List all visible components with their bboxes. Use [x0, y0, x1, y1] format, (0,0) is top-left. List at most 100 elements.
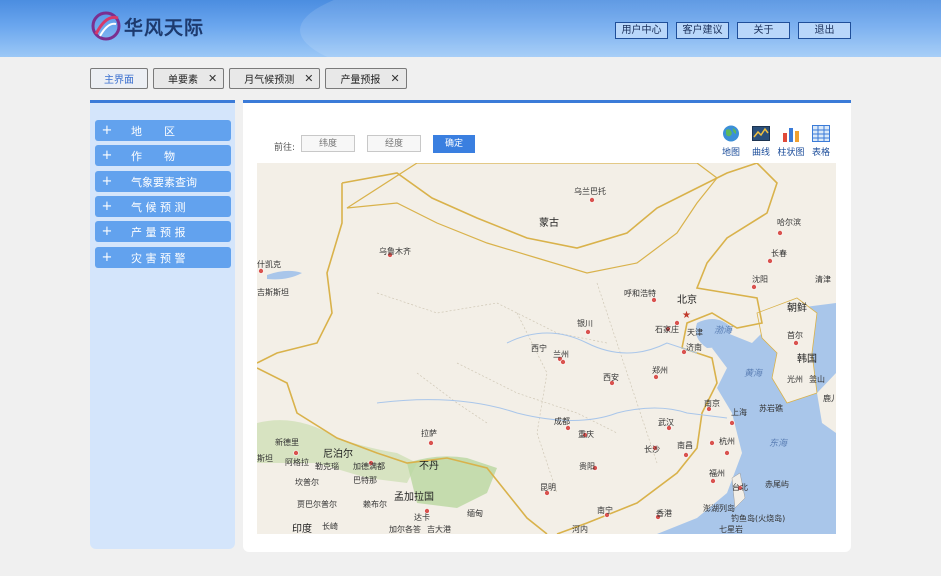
plus-icon: +: [101, 199, 113, 214]
curve-view-button[interactable]: 曲线: [746, 125, 776, 158]
table-icon: [812, 125, 830, 142]
map-label: 武汉: [658, 417, 674, 427]
city-dot: [793, 340, 799, 346]
map-label: 加德满都: [353, 461, 385, 471]
map-label: 哈尔滨: [777, 217, 801, 227]
map-label: 长崎: [322, 521, 338, 531]
city-dot: [589, 197, 595, 203]
map-label: 加尔各答: [389, 524, 421, 534]
map-label: 东海: [769, 438, 789, 449]
map-label: 缅甸: [467, 508, 483, 518]
map-label: 澎湖列岛: [703, 503, 735, 513]
logo-mark-icon: [90, 10, 122, 42]
hainan-landmass: [637, 523, 655, 534]
close-icon[interactable]: ✕: [208, 72, 217, 85]
close-icon[interactable]: ✕: [304, 72, 313, 85]
plus-icon: +: [101, 174, 113, 189]
tab-label: 产量预报: [340, 75, 381, 86]
map-label: 苏岩礁: [759, 403, 783, 413]
sidebar-item-climate-forecast[interactable]: + 气 候 预 测: [95, 196, 231, 217]
city-dot: [710, 478, 716, 484]
tab-label: 单要素: [168, 75, 198, 86]
map-label: 南昌: [677, 440, 693, 450]
city-dot: [651, 297, 657, 303]
sidebar-item-label: 产 量 预 报: [131, 225, 186, 239]
header-bar: 华风天际 用户中心 客户建议 关于 退出: [0, 0, 941, 57]
map-label: 钓鱼岛(火烧岛): [731, 513, 785, 523]
logo-text: 华风天际: [124, 16, 205, 39]
tab-single-element[interactable]: 单要素 ✕: [153, 68, 225, 89]
plus-icon: +: [101, 224, 113, 239]
map-label: 长沙: [644, 444, 660, 454]
tool-label: 地图: [721, 148, 740, 158]
map-label: 济南: [686, 342, 702, 352]
close-icon[interactable]: ✕: [390, 72, 399, 85]
logout-button[interactable]: 退出: [798, 22, 851, 39]
map-label: 不丹: [419, 460, 439, 472]
map-canvas[interactable]: ★ 乌兰巴托 蒙古 哈尔滨 乌鲁木齐 长春 什凯克 沈阳 清津 吉斯斯坦 呼和浩…: [257, 163, 836, 534]
map-label: 赖布尔: [363, 499, 387, 509]
sidebar-item-disaster-warning[interactable]: + 灾 害 预 警: [95, 247, 231, 268]
map-label: 首尔: [787, 330, 803, 340]
map-label: 朝鲜: [787, 301, 807, 314]
map-label: 达卡: [414, 512, 430, 522]
map-label: 呼和浩特: [624, 288, 656, 298]
map-label: 巴特那: [353, 475, 377, 485]
tool-label: 柱状图: [777, 148, 805, 158]
map-label: 上海: [731, 407, 747, 417]
map-view[interactable]: ★ 乌兰巴托 蒙古 哈尔滨 乌鲁木齐 长春 什凯克 沈阳 清津 吉斯斯坦 呼和浩…: [257, 163, 836, 534]
map-label: 阿格拉: [285, 457, 309, 467]
map-label: 银川: [577, 318, 593, 328]
sidebar-item-weather-query[interactable]: + 气象要素查询: [95, 171, 231, 192]
map-label: 天津: [687, 327, 703, 337]
map-label: 杭州: [719, 436, 735, 446]
tab-monthly-climate[interactable]: 月气候预测 ✕: [229, 68, 321, 89]
map-label: 蒙古: [539, 216, 559, 229]
tab-yield-forecast[interactable]: 产量预报 ✕: [325, 68, 407, 89]
sidebar-item-yield-forecast[interactable]: + 产 量 预 报: [95, 221, 231, 242]
map-label: 新德里: [275, 437, 299, 447]
customer-feedback-button[interactable]: 客户建议: [676, 22, 729, 39]
city-dot: [683, 452, 689, 458]
map-label: 重庆: [578, 429, 594, 439]
tab-label: 主界面: [104, 75, 134, 86]
map-label: 尼泊尔: [323, 447, 353, 460]
map-label: 香港: [656, 508, 672, 518]
map-label: 拉萨: [421, 428, 437, 438]
map-label: 坎普尔: [295, 477, 319, 487]
beijing-star-icon: ★: [682, 310, 691, 321]
globe-icon: [722, 125, 740, 142]
main-panel: 前往: 确定 地图 曲线 柱状图 表格: [243, 100, 851, 552]
map-label: 长春: [771, 248, 787, 258]
city-dot: [565, 425, 571, 431]
about-button[interactable]: 关于: [737, 22, 790, 39]
map-label: 吉大港: [427, 524, 451, 534]
city-dot: [777, 230, 783, 236]
map-label: 沈阳: [752, 274, 768, 284]
tab-label: 月气候预测: [244, 75, 295, 86]
city-dot: [767, 258, 773, 264]
bar-chart-view-button[interactable]: 柱状图: [774, 125, 808, 158]
map-view-button[interactable]: 地图: [716, 125, 746, 158]
map-label: 乌兰巴托: [574, 186, 606, 196]
map-label: 釜山: [809, 374, 825, 384]
sidebar-item-crop[interactable]: + 作 物: [95, 145, 231, 166]
latitude-input[interactable]: [301, 135, 355, 152]
tab-bar: 主界面 单要素 ✕ 月气候预测 ✕ 产量预报 ✕: [90, 68, 407, 89]
sidebar: + 地 区 + 作 物 + 气象要素查询 + 气 候 预 测 + 产 量 预 报…: [90, 100, 235, 549]
map-label: 吉斯斯坦: [257, 287, 289, 297]
map-label: 贾巴尔普尔: [297, 499, 337, 509]
map-label: 西宁: [531, 343, 547, 353]
tab-main[interactable]: 主界面: [90, 68, 148, 89]
sidebar-item-region[interactable]: + 地 区: [95, 120, 231, 141]
confirm-button[interactable]: 确定: [433, 135, 475, 153]
sidebar-item-label: 灾 害 预 警: [131, 251, 186, 265]
map-label: 成都: [554, 416, 570, 426]
longitude-input[interactable]: [367, 135, 421, 152]
mongolia-border: [346, 163, 718, 274]
goto-label: 前往:: [274, 143, 296, 153]
map-label: 赤尾屿: [765, 480, 789, 489]
map-label: 七星岩: [719, 524, 743, 534]
table-view-button[interactable]: 表格: [806, 125, 836, 158]
user-center-button[interactable]: 用户中心: [615, 22, 668, 39]
